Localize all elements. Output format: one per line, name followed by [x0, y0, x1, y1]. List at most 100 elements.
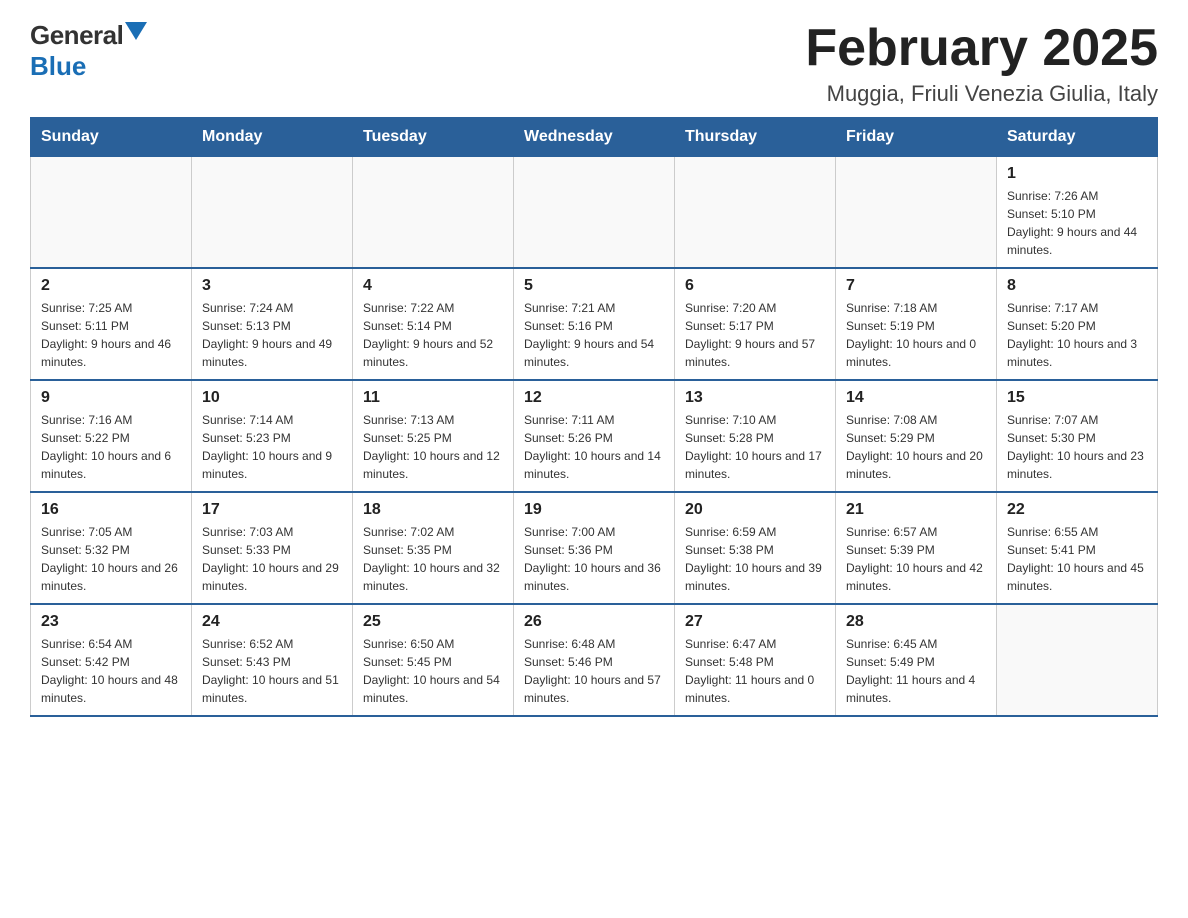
day-info: Sunrise: 7:17 AMSunset: 5:20 PMDaylight:…	[1007, 299, 1147, 371]
day-cell: 8Sunrise: 7:17 AMSunset: 5:20 PMDaylight…	[997, 268, 1158, 380]
header-row: SundayMondayTuesdayWednesdayThursdayFrid…	[31, 118, 1158, 157]
day-cell: 28 Sunrise: 6:45 AMSunset: 5:49 PMDayligh…	[836, 604, 997, 716]
day-cell: 7Sunrise: 7:18 AMSunset: 5:19 PMDaylight…	[836, 268, 997, 380]
day-info: Sunrise: 7:02 AMSunset: 5:35 PMDaylight:…	[363, 523, 503, 595]
day-cell: 27 Sunrise: 6:47 AMSunset: 5:48 PMDayligh…	[675, 604, 836, 716]
day-info: Sunrise: 7:24 AMSunset: 5:13 PMDaylight:…	[202, 299, 342, 371]
day-cell: 21Sunrise: 6:57 AMSunset: 5:39 PMDayligh…	[836, 492, 997, 604]
day-cell: 16Sunrise: 7:05 AMSunset: 5:32 PMDayligh…	[31, 492, 192, 604]
day-number: 25	[363, 613, 503, 631]
day-number: 17	[202, 501, 342, 519]
day-number: 14	[846, 389, 986, 407]
day-cell: 20Sunrise: 6:59 AMSunset: 5:38 PMDayligh…	[675, 492, 836, 604]
week-row-1: 1Sunrise: 7:26 AMSunset: 5:10 PMDaylight…	[31, 157, 1158, 269]
day-info: Sunrise: 7:26 AMSunset: 5:10 PMDaylight:…	[1007, 187, 1147, 259]
calendar-header: SundayMondayTuesdayWednesdayThursdayFrid…	[31, 118, 1158, 157]
header-cell-tuesday: Tuesday	[353, 118, 514, 157]
day-info: Sunrise: 6:52 AMSunset: 5:43 PMDaylight:…	[202, 635, 342, 707]
day-cell: 12 Sunrise: 7:11 AMSunset: 5:26 PMDayligh…	[514, 380, 675, 492]
day-info: Sunrise: 6:47 AMSunset: 5:48 PMDaylight:…	[685, 635, 825, 707]
day-cell	[514, 157, 675, 269]
day-cell: 11 Sunrise: 7:13 AMSunset: 5:25 PMDayligh…	[353, 380, 514, 492]
day-info: Sunrise: 6:55 AMSunset: 5:41 PMDaylight:…	[1007, 523, 1147, 595]
day-number: 22	[1007, 501, 1147, 519]
day-info: Sunrise: 7:20 AMSunset: 5:17 PMDaylight:…	[685, 299, 825, 371]
week-row-3: 9Sunrise: 7:16 AMSunset: 5:22 PMDaylight…	[31, 380, 1158, 492]
day-info: Sunrise: 7:25 AMSunset: 5:11 PMDaylight:…	[41, 299, 181, 371]
week-row-5: 23Sunrise: 6:54 AMSunset: 5:42 PMDayligh…	[31, 604, 1158, 716]
header-cell-wednesday: Wednesday	[514, 118, 675, 157]
day-info: Sunrise: 7:22 AMSunset: 5:14 PMDaylight:…	[363, 299, 503, 371]
day-cell: 15 Sunrise: 7:07 AMSunset: 5:30 PMDayligh…	[997, 380, 1158, 492]
day-info: Sunrise: 6:45 AMSunset: 5:49 PMDaylight:…	[846, 635, 986, 707]
day-cell	[997, 604, 1158, 716]
day-info: Sunrise: 7:10 AMSunset: 5:28 PMDaylight:…	[685, 411, 825, 483]
day-number: 21	[846, 501, 986, 519]
logo-blue-text: Blue	[30, 51, 86, 81]
day-number: 11	[363, 389, 503, 407]
page-title: February 2025	[805, 20, 1158, 77]
day-number: 4	[363, 277, 503, 295]
day-info: Sunrise: 6:48 AMSunset: 5:46 PMDaylight:…	[524, 635, 664, 707]
day-cell: 5 Sunrise: 7:21 AMSunset: 5:16 PMDaylight…	[514, 268, 675, 380]
day-info: Sunrise: 7:14 AMSunset: 5:23 PMDaylight:…	[202, 411, 342, 483]
day-info: Sunrise: 7:03 AMSunset: 5:33 PMDaylight:…	[202, 523, 342, 595]
day-number: 23	[41, 613, 181, 631]
day-info: Sunrise: 7:21 AMSunset: 5:16 PMDaylight:…	[524, 299, 664, 371]
day-cell: 17 Sunrise: 7:03 AMSunset: 5:33 PMDayligh…	[192, 492, 353, 604]
day-number: 7	[846, 277, 986, 295]
day-info: Sunrise: 7:11 AMSunset: 5:26 PMDaylight:…	[524, 411, 664, 483]
day-number: 5	[524, 277, 664, 295]
day-number: 2	[41, 277, 181, 295]
day-cell	[353, 157, 514, 269]
day-cell	[836, 157, 997, 269]
day-number: 15	[1007, 389, 1147, 407]
title-block: February 2025 Muggia, Friuli Venezia Giu…	[805, 20, 1158, 107]
day-cell: 18 Sunrise: 7:02 AMSunset: 5:35 PMDayligh…	[353, 492, 514, 604]
day-cell: 14Sunrise: 7:08 AMSunset: 5:29 PMDayligh…	[836, 380, 997, 492]
day-info: Sunrise: 7:16 AMSunset: 5:22 PMDaylight:…	[41, 411, 181, 483]
logo-arrow-icon	[125, 22, 147, 45]
page-subtitle: Muggia, Friuli Venezia Giulia, Italy	[805, 81, 1158, 107]
day-cell: 26 Sunrise: 6:48 AMSunset: 5:46 PMDayligh…	[514, 604, 675, 716]
day-number: 27	[685, 613, 825, 631]
day-number: 6	[685, 277, 825, 295]
day-number: 24	[202, 613, 342, 631]
day-cell: 4 Sunrise: 7:22 AMSunset: 5:14 PMDaylight…	[353, 268, 514, 380]
header-cell-saturday: Saturday	[997, 118, 1158, 157]
day-cell	[675, 157, 836, 269]
day-cell: 2 Sunrise: 7:25 AMSunset: 5:11 PMDaylight…	[31, 268, 192, 380]
day-info: Sunrise: 7:13 AMSunset: 5:25 PMDaylight:…	[363, 411, 503, 483]
day-info: Sunrise: 7:00 AMSunset: 5:36 PMDaylight:…	[524, 523, 664, 595]
day-info: Sunrise: 7:07 AMSunset: 5:30 PMDaylight:…	[1007, 411, 1147, 483]
calendar-table: SundayMondayTuesdayWednesdayThursdayFrid…	[30, 117, 1158, 717]
day-cell	[192, 157, 353, 269]
day-number: 12	[524, 389, 664, 407]
day-cell: 25Sunrise: 6:50 AMSunset: 5:45 PMDayligh…	[353, 604, 514, 716]
header-cell-thursday: Thursday	[675, 118, 836, 157]
day-cell: 22 Sunrise: 6:55 AMSunset: 5:41 PMDayligh…	[997, 492, 1158, 604]
day-number: 16	[41, 501, 181, 519]
day-cell: 6 Sunrise: 7:20 AMSunset: 5:17 PMDaylight…	[675, 268, 836, 380]
logo-general-text: General	[30, 20, 123, 51]
page-header: General Blue February 2025 Muggia, Friul…	[30, 20, 1158, 107]
logo: General Blue	[30, 20, 147, 82]
day-cell: 24 Sunrise: 6:52 AMSunset: 5:43 PMDayligh…	[192, 604, 353, 716]
day-number: 20	[685, 501, 825, 519]
day-number: 19	[524, 501, 664, 519]
day-number: 26	[524, 613, 664, 631]
calendar-body: 1Sunrise: 7:26 AMSunset: 5:10 PMDaylight…	[31, 157, 1158, 717]
day-cell: 23Sunrise: 6:54 AMSunset: 5:42 PMDayligh…	[31, 604, 192, 716]
day-cell: 10 Sunrise: 7:14 AMSunset: 5:23 PMDayligh…	[192, 380, 353, 492]
day-cell: 9Sunrise: 7:16 AMSunset: 5:22 PMDaylight…	[31, 380, 192, 492]
day-number: 3	[202, 277, 342, 295]
day-number: 13	[685, 389, 825, 407]
day-number: 10	[202, 389, 342, 407]
header-cell-friday: Friday	[836, 118, 997, 157]
day-cell: 13 Sunrise: 7:10 AMSunset: 5:28 PMDayligh…	[675, 380, 836, 492]
day-cell: 19 Sunrise: 7:00 AMSunset: 5:36 PMDayligh…	[514, 492, 675, 604]
day-number: 28	[846, 613, 986, 631]
day-number: 18	[363, 501, 503, 519]
day-cell: 1Sunrise: 7:26 AMSunset: 5:10 PMDaylight…	[997, 157, 1158, 269]
header-cell-sunday: Sunday	[31, 118, 192, 157]
